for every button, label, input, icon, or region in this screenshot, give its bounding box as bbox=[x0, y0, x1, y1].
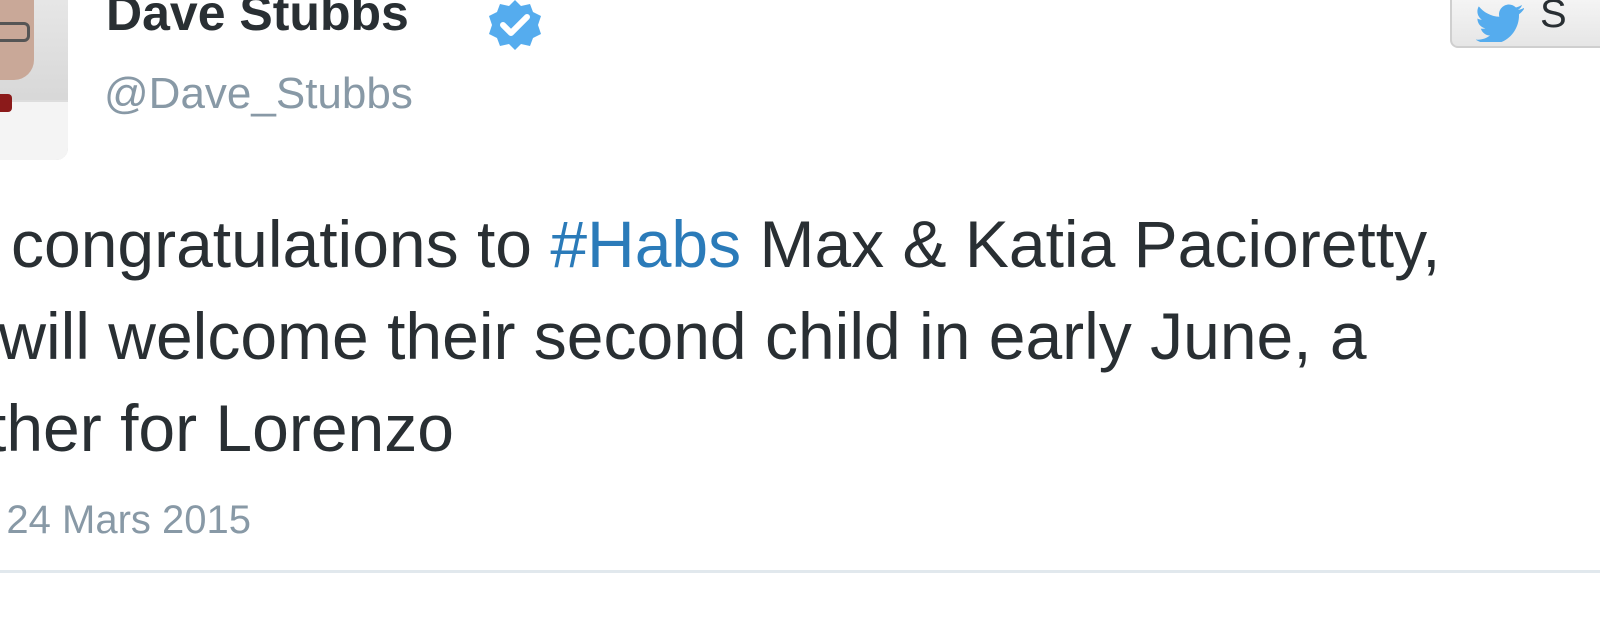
tweet-card: Dave Stubbs @Dave_Stubbs S l congratulat… bbox=[0, 0, 1600, 640]
follow-button-label: S bbox=[1540, 0, 1567, 36]
follow-button[interactable]: S bbox=[1450, 0, 1600, 48]
verified-badge-icon bbox=[489, 0, 541, 50]
tweet-text-line: › will welcome their second child in ear… bbox=[0, 299, 1367, 373]
avatar-bowtie bbox=[0, 94, 12, 112]
divider bbox=[0, 570, 1600, 573]
author-avatar[interactable] bbox=[0, 0, 68, 160]
tweet-text-segment: Max & Katia Pacioretty, bbox=[741, 207, 1441, 281]
avatar-glasses bbox=[0, 22, 30, 42]
tweet-text-segment: l congratulations to bbox=[0, 207, 551, 281]
author-screen-name[interactable]: @Dave_Stubbs bbox=[104, 72, 413, 116]
hashtag-link[interactable]: #Habs bbox=[550, 207, 741, 281]
tweet-text-line: l congratulations to #Habs Max & Katia P… bbox=[0, 198, 1441, 290]
tweet-text-line: ther for Lorenzo bbox=[0, 391, 454, 465]
tweet-timestamp[interactable]: - 24 Mars 2015 bbox=[0, 500, 251, 540]
author-display-name[interactable]: Dave Stubbs bbox=[106, 0, 409, 38]
twitter-bird-icon bbox=[1476, 4, 1524, 42]
